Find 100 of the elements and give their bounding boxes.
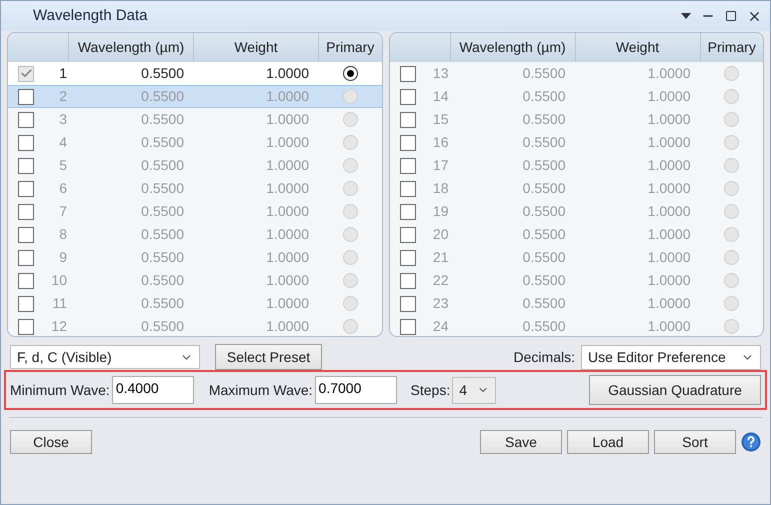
wavelength-cell-text: 0.5500 xyxy=(522,248,566,267)
weight-cell-text: 1.0000 xyxy=(265,248,310,267)
row-number: 21 xyxy=(432,248,450,267)
checkbox[interactable] xyxy=(400,226,416,242)
gaussian-quadrature-button[interactable]: Gaussian Quadrature xyxy=(589,375,761,405)
footer-button[interactable]: Load xyxy=(567,430,649,454)
table-row[interactable]: 3 0.5500 1.0000 xyxy=(8,108,382,131)
row-number: 20 xyxy=(432,225,450,244)
checkbox[interactable] xyxy=(18,88,34,104)
weight-cell-text: 1.0000 xyxy=(265,87,310,106)
wavelength-cell-text: 0.5500 xyxy=(140,156,185,175)
preset-dropdown[interactable]: F, d, C (Visible) xyxy=(10,345,200,369)
table-row[interactable]: 2 0.5500 1.0000 xyxy=(8,85,382,108)
checkbox[interactable] xyxy=(18,112,34,128)
wavelength-cell-text: 0.5500 xyxy=(140,179,185,198)
row-number: 23 xyxy=(432,294,450,313)
table-row[interactable]: 21 0.5500 1.0000 xyxy=(390,246,763,269)
row-number: 4 xyxy=(58,133,68,152)
weight-cell-text: 1.0000 xyxy=(646,156,692,175)
table-row[interactable]: 20 0.5500 1.0000 xyxy=(390,223,763,246)
checkbox[interactable] xyxy=(400,66,416,82)
checkbox[interactable] xyxy=(18,296,34,312)
table-row[interactable]: 19 0.5500 1.0000 xyxy=(390,200,763,223)
maximum-wave-field[interactable]: 0.7000 xyxy=(314,376,397,404)
checkbox[interactable] xyxy=(18,318,34,334)
table-row[interactable]: 14 0.5500 1.0000 xyxy=(390,85,763,108)
window-title: Wavelength Data xyxy=(33,6,149,26)
table-row[interactable]: 11 0.5500 1.0000 xyxy=(8,292,382,315)
steps-dropdown[interactable]: 4 xyxy=(452,376,496,404)
table-row[interactable]: 22 0.5500 1.0000 xyxy=(390,269,763,292)
checkbox[interactable] xyxy=(400,204,416,220)
weight-cell-text: 1.0000 xyxy=(265,64,310,83)
table-row[interactable]: 24 0.5500 1.0000 xyxy=(390,315,763,336)
table-row[interactable]: 1 0.5500 1.0000 xyxy=(8,62,382,85)
checkbox[interactable] xyxy=(18,134,34,150)
wavelength-cell-text: 0.5500 xyxy=(522,225,566,244)
wavelength-cell-text: 0.5500 xyxy=(522,156,566,175)
wavelength-cell-text: 0.5500 xyxy=(522,294,566,313)
weight-cell-text: 1.0000 xyxy=(646,248,692,267)
checkbox[interactable] xyxy=(18,226,34,242)
wavelength-cell-text: 0.5500 xyxy=(140,248,185,267)
checkbox[interactable] xyxy=(18,204,34,220)
table-row[interactable]: 15 0.5500 1.0000 xyxy=(390,108,763,131)
table-row[interactable]: 4 0.5500 1.0000 xyxy=(8,131,382,154)
row-number: 13 xyxy=(432,64,450,83)
wavelength-cell-text: 0.5500 xyxy=(140,271,185,290)
table-row[interactable]: 13 0.5500 1.0000 xyxy=(390,62,763,85)
checkbox[interactable] xyxy=(400,88,416,104)
steps-label: Steps: xyxy=(410,380,450,400)
table-row[interactable]: 12 0.5500 1.0000 xyxy=(8,315,382,336)
checkbox[interactable] xyxy=(400,180,416,196)
table-row[interactable]: 9 0.5500 1.0000 xyxy=(8,246,382,269)
table-row[interactable]: 10 0.5500 1.0000 xyxy=(8,269,382,292)
checkbox[interactable] xyxy=(400,272,416,288)
weight-cell-text: 1.0000 xyxy=(265,110,310,129)
minimum-wave-field[interactable]: 0.4000 xyxy=(112,376,194,404)
table-row[interactable]: 16 0.5500 1.0000 xyxy=(390,131,763,154)
checkbox[interactable] xyxy=(18,250,34,266)
weight-cell-text: 1.0000 xyxy=(265,133,310,152)
table-row[interactable]: 7 0.5500 1.0000 xyxy=(8,200,382,223)
checkbox[interactable] xyxy=(400,318,416,334)
decimals-dropdown[interactable]: Use Editor Preference xyxy=(581,344,761,370)
primary-radio[interactable] xyxy=(342,66,358,81)
wavelength-cell-text: 0.5500 xyxy=(140,294,185,313)
table-row[interactable]: 8 0.5500 1.0000 xyxy=(8,223,382,246)
table-row[interactable]: 23 0.5500 1.0000 xyxy=(390,292,763,315)
checkbox[interactable] xyxy=(400,250,416,266)
row-number: 14 xyxy=(432,87,450,106)
footer-button[interactable]: Sort xyxy=(654,430,736,454)
wavelength-cell-text: 0.5500 xyxy=(140,133,185,152)
weight-cell-text: 1.0000 xyxy=(265,294,310,313)
weight-cell-text: 1.0000 xyxy=(646,225,692,244)
select-preset-button[interactable]: Select Preset xyxy=(215,344,322,370)
wavelength-cell-text: 0.5500 xyxy=(140,202,185,221)
dropdown-icon[interactable] xyxy=(681,13,691,19)
footer-button[interactable]: Save xyxy=(480,430,562,454)
weight-cell-text: 1.0000 xyxy=(265,202,310,221)
row-number: 2 xyxy=(58,87,68,106)
row-number: 18 xyxy=(432,179,450,198)
checkbox[interactable] xyxy=(18,180,34,196)
checkbox[interactable] xyxy=(18,158,34,174)
wavelength-cell-text: 0.5500 xyxy=(522,271,566,290)
weight-cell-text: 1.0000 xyxy=(646,133,692,152)
row-number: 16 xyxy=(432,133,450,152)
checkbox[interactable] xyxy=(400,134,416,150)
help-icon[interactable] xyxy=(741,432,761,452)
wavelength-cell-text: 0.5500 xyxy=(522,317,566,336)
checkbox[interactable] xyxy=(18,272,34,288)
checkbox[interactable] xyxy=(400,296,416,312)
checkbox[interactable] xyxy=(400,112,416,128)
table-row[interactable]: 17 0.5500 1.0000 xyxy=(390,154,763,177)
table-row[interactable]: 18 0.5500 1.0000 xyxy=(390,177,763,200)
maximize-icon[interactable] xyxy=(725,10,737,22)
table-row[interactable]: 5 0.5500 1.0000 xyxy=(8,154,382,177)
close-button[interactable]: Close xyxy=(10,430,92,454)
checkbox[interactable] xyxy=(400,158,416,174)
checkbox[interactable] xyxy=(18,66,34,82)
wavelength-cell-text: 0.5500 xyxy=(522,64,566,83)
row-number: 11 xyxy=(51,294,68,313)
table-row[interactable]: 6 0.5500 1.0000 xyxy=(8,177,382,200)
